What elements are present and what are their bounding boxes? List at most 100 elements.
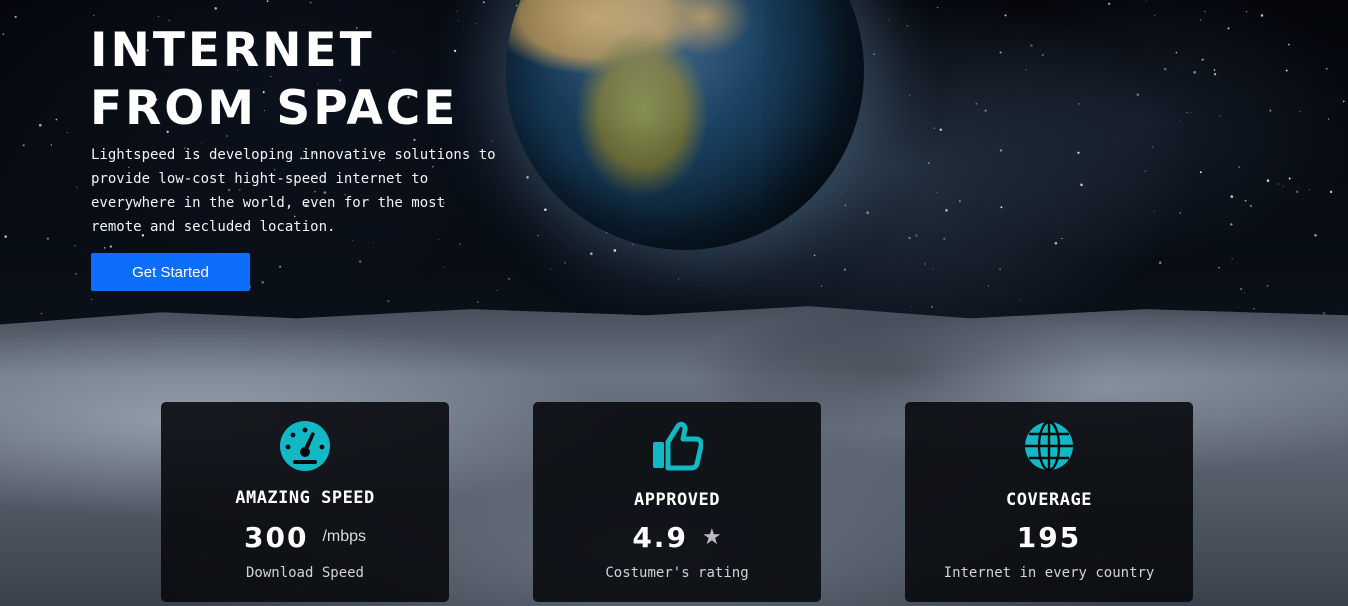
star: [1019, 299, 1021, 301]
star: [40, 313, 42, 315]
star: [589, 252, 593, 256]
star: [820, 285, 822, 287]
star: [1245, 10, 1248, 13]
star: [1285, 69, 1288, 72]
star: [358, 260, 362, 263]
star: [14, 15, 17, 19]
stat-value: 300: [243, 520, 309, 554]
star: [66, 132, 68, 134]
star: [2, 33, 5, 35]
stat-subtitle: Costumer's rating: [605, 565, 749, 581]
star: [932, 268, 934, 270]
star: [906, 24, 909, 28]
star: [1278, 183, 1280, 185]
star: [1327, 118, 1330, 120]
star: [74, 245, 76, 247]
get-started-button[interactable]: Get Started: [91, 253, 250, 291]
star: [1243, 292, 1246, 294]
star: [1213, 73, 1217, 76]
star: [1244, 199, 1247, 202]
star: [50, 144, 52, 146]
star: [214, 7, 217, 10]
star: [456, 10, 458, 12]
star: [1230, 223, 1233, 226]
star: [866, 211, 870, 215]
star: [1186, 112, 1188, 114]
star: [794, 214, 796, 216]
star: [1030, 44, 1033, 47]
star: [1153, 210, 1155, 212]
star: [1269, 109, 1272, 112]
star: [1240, 288, 1243, 291]
star: [413, 138, 416, 142]
star: [91, 298, 93, 300]
star: [496, 290, 498, 292]
stat-value-row: 300 /mbps: [161, 517, 449, 557]
star: [168, 19, 170, 21]
star: [477, 301, 479, 303]
star: [76, 186, 78, 188]
star: [841, 193, 843, 195]
stat-value-row: 195: [905, 517, 1193, 557]
star: [266, 0, 269, 2]
stat-value: 4.9: [632, 520, 688, 554]
star: [984, 109, 987, 112]
star: [813, 254, 816, 257]
stat-card-coverage: COVERAGE 195 Internet in every country: [905, 402, 1193, 602]
star: [22, 144, 25, 147]
star: [1213, 69, 1216, 71]
star: [550, 268, 552, 270]
star: [1338, 304, 1340, 306]
star: [1202, 58, 1204, 61]
stat-card-speed: AMAZING SPEED 300 /mbps Download Speed: [161, 402, 449, 602]
star: [279, 265, 282, 268]
stat-value-row: 4.9 ★: [533, 517, 821, 557]
star: [1144, 170, 1147, 172]
star: [873, 53, 875, 55]
star: [1179, 212, 1182, 214]
star: [508, 278, 510, 280]
star: [537, 234, 539, 237]
star: [1342, 100, 1345, 103]
star: [1054, 241, 1058, 245]
star: [999, 149, 1003, 152]
star: [1152, 146, 1154, 148]
star: [1238, 165, 1241, 169]
star: [1218, 266, 1220, 269]
star: [310, 1, 312, 4]
star: [1004, 14, 1007, 17]
star: [843, 268, 846, 271]
star: [1190, 111, 1192, 114]
stat-subtitle: Download Speed: [245, 565, 364, 581]
stat-title: AMAZING SPEED: [235, 488, 375, 508]
star: [1266, 284, 1269, 287]
stat-card-rating: APPROVED 4.9 ★ Costumer's rating: [533, 402, 821, 602]
star: [1238, 307, 1239, 308]
star: [1299, 110, 1301, 112]
star: [975, 102, 978, 105]
star: [157, 15, 159, 17]
star: [1260, 14, 1264, 17]
star: [1077, 151, 1080, 154]
star: [261, 280, 265, 284]
star: [999, 51, 1002, 54]
star: [38, 123, 42, 127]
globe-icon: [1025, 420, 1073, 472]
star: [908, 236, 911, 240]
star: [352, 239, 353, 241]
star: [1163, 67, 1167, 71]
star: [939, 128, 943, 132]
star: [1114, 135, 1116, 137]
stat-subtitle: Internet in every country: [943, 565, 1155, 581]
star: [945, 209, 948, 212]
star: [1041, 53, 1044, 57]
star: [4, 235, 8, 238]
star: [1153, 14, 1156, 17]
stat-title: COVERAGE: [1006, 490, 1092, 510]
star: [1282, 185, 1284, 187]
star: [933, 127, 936, 130]
star: [862, 20, 863, 22]
star: [1287, 43, 1290, 46]
star: [915, 234, 918, 237]
star: [936, 191, 938, 194]
